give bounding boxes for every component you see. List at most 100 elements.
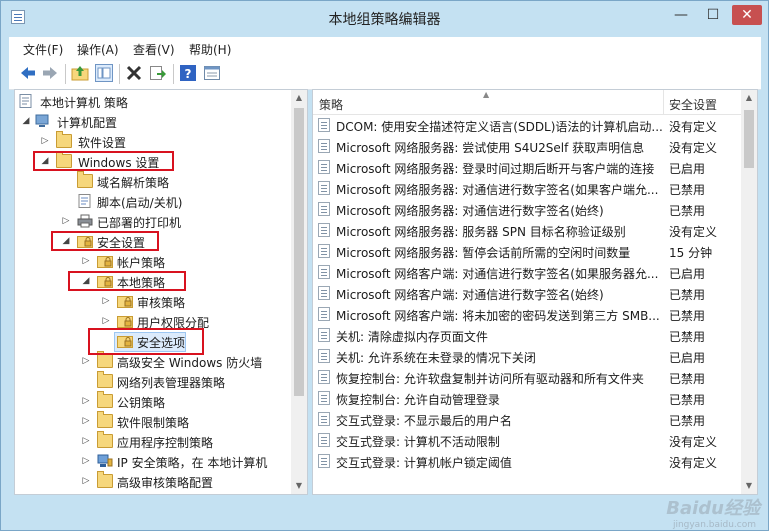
collapsed-arrow-icon[interactable]: ▷ <box>101 315 111 327</box>
minimize-button[interactable]: — <box>668 5 694 25</box>
policy-item-icon <box>318 349 330 363</box>
list-scrollbar[interactable]: ▲ ▼ <box>741 90 757 494</box>
policy-name: 交互式登录: 计算机帐户锁定阈值 <box>336 456 512 470</box>
column-header-policy[interactable]: 策略 <box>319 96 343 113</box>
security-setting-value: 已启用 <box>669 267 706 281</box>
collapsed-arrow-icon[interactable]: ▷ <box>40 135 50 147</box>
policy-name: 关机: 允许系统在未登录的情况下关闭 <box>336 351 536 365</box>
table-row[interactable]: Microsoft 网络服务器: 登录时间过期后断开与客户端的连接 已启用 <box>313 157 741 178</box>
scroll-up-icon[interactable]: ▲ <box>291 90 307 106</box>
table-row[interactable]: 关机: 允许系统在未登录的情况下关闭 已启用 <box>313 346 741 367</box>
delete-icon[interactable] <box>125 64 143 82</box>
collapsed-arrow-icon[interactable]: ▷ <box>81 255 91 267</box>
table-row[interactable]: Microsoft 网络服务器: 暂停会话前所需的空闲时间数量 15 分钟 <box>313 241 741 262</box>
title-bar[interactable]: 本地组策略编辑器 — ☐ ✕ <box>1 1 768 33</box>
collapsed-arrow-icon[interactable]: ▷ <box>81 475 91 487</box>
table-row[interactable]: 交互式登录: 不显示最后的用户名 已禁用 <box>313 409 741 430</box>
policy-item-icon <box>318 328 330 342</box>
security-setting-value: 已禁用 <box>669 393 706 407</box>
scroll-up-icon[interactable]: ▲ <box>741 90 757 106</box>
scroll-down-icon[interactable]: ▼ <box>291 478 307 494</box>
policy-list-pane[interactable]: 策略 ▲ 安全设置 DCOM: 使用安全描述符定义语言(SDDL)语法的计算机启… <box>312 89 758 495</box>
policy-name: DCOM: 使用安全描述符定义语言(SDDL)语法的计算机启动... <box>336 120 663 134</box>
table-row[interactable]: 恢复控制台: 允许软盘复制并访问所有驱动器和所有文件夹 已禁用 <box>313 367 741 388</box>
menu-action[interactable]: 操作(A) <box>77 41 119 58</box>
policy-item-icon <box>318 412 330 426</box>
collapsed-arrow-icon[interactable]: ▷ <box>81 435 91 447</box>
security-setting-value: 没有定义 <box>669 225 718 239</box>
table-row[interactable]: 恢复控制台: 允许自动管理登录 已禁用 <box>313 388 741 409</box>
column-header-setting[interactable]: 安全设置 <box>669 96 717 113</box>
security-setting-value: 已禁用 <box>669 309 706 323</box>
scroll-thumb[interactable] <box>744 110 754 168</box>
table-row[interactable]: Microsoft 网络客户端: 对通信进行数字签名(始终) 已禁用 <box>313 283 741 304</box>
menu-file[interactable]: 文件(F) <box>23 41 63 58</box>
policy-name: Microsoft 网络客户端: 将未加密的密码发送到第三方 SMB... <box>336 309 660 323</box>
tree-item-label: 域名解析策略 <box>97 176 170 190</box>
menu-help[interactable]: 帮助(H) <box>189 41 231 58</box>
table-row[interactable]: Microsoft 网络客户端: 对通信进行数字签名(如果服务器允... 已启用 <box>313 262 741 283</box>
policy-name: Microsoft 网络服务器: 服务器 SPN 目标名称验证级别 <box>336 225 626 239</box>
policy-item-icon <box>318 181 330 195</box>
menu-view[interactable]: 查看(V) <box>133 41 175 58</box>
expanded-arrow-icon[interactable]: ◢ <box>21 115 31 127</box>
toolbar-separator <box>119 64 120 84</box>
tree-item-label: 脚本(启动/关机) <box>97 196 183 210</box>
highlight-box-windows-settings <box>33 151 174 171</box>
computer-policy-icon <box>19 94 32 108</box>
policy-item-icon <box>318 265 330 279</box>
table-row[interactable]: Microsoft 网络服务器: 服务器 SPN 目标名称验证级别 没有定义 <box>313 220 741 241</box>
folder-icon <box>97 351 113 368</box>
table-row[interactable]: DCOM: 使用安全描述符定义语言(SDDL)语法的计算机启动... 没有定义 <box>313 115 741 136</box>
security-folder-icon <box>97 256 113 268</box>
highlight-box-security-options <box>88 328 204 355</box>
security-setting-value: 已启用 <box>669 351 706 365</box>
close-button[interactable]: ✕ <box>732 5 762 25</box>
policy-name: 恢复控制台: 允许软盘复制并访问所有驱动器和所有文件夹 <box>336 372 644 386</box>
window: 本地组策略编辑器 — ☐ ✕ 文件(F) 操作(A) 查看(V) 帮助(H) ?… <box>0 0 769 531</box>
properties-icon[interactable] <box>203 64 221 82</box>
security-setting-value: 已禁用 <box>669 372 706 386</box>
policy-name: Microsoft 网络服务器: 登录时间过期后断开与客户端的连接 <box>336 162 655 176</box>
show-hide-tree-icon[interactable] <box>95 64 113 82</box>
table-row[interactable]: 关机: 清除虚拟内存页面文件 已禁用 <box>313 325 741 346</box>
policy-name: Microsoft 网络服务器: 暂停会话前所需的空闲时间数量 <box>336 246 631 260</box>
policy-item-icon <box>318 454 330 468</box>
back-icon[interactable] <box>19 64 37 82</box>
collapsed-arrow-icon[interactable]: ▷ <box>81 355 91 367</box>
scroll-down-icon[interactable]: ▼ <box>741 478 757 494</box>
table-row[interactable]: Microsoft 网络服务器: 尝试使用 S4U2Self 获取声明信息 没有定… <box>313 136 741 157</box>
policy-item-icon <box>318 433 330 447</box>
folder-icon <box>97 411 113 428</box>
window-title: 本地组策略编辑器 <box>328 12 441 28</box>
tree-scrollbar[interactable]: ▲ ▼ <box>291 90 307 494</box>
table-row[interactable]: 交互式登录: 计算机帐户锁定阈值 没有定义 <box>313 451 741 472</box>
collapsed-arrow-icon[interactable]: ▷ <box>61 215 71 227</box>
policy-name: Microsoft 网络客户端: 对通信进行数字签名(如果服务器允... <box>336 267 659 281</box>
column-divider[interactable] <box>663 90 664 114</box>
security-setting-value: 已禁用 <box>669 204 706 218</box>
collapsed-arrow-icon[interactable]: ▷ <box>101 295 111 307</box>
collapsed-arrow-icon[interactable]: ▷ <box>81 415 91 427</box>
up-folder-icon[interactable] <box>71 64 89 82</box>
help-icon[interactable]: ? <box>179 64 197 82</box>
export-icon[interactable] <box>149 64 167 82</box>
table-row[interactable]: Microsoft 网络服务器: 对通信进行数字签名(如果客户端允... 已禁用 <box>313 178 741 199</box>
tree-item-label: 应用程序控制策略 <box>117 436 214 450</box>
tree-pane[interactable]: 本地计算机 策略 ◢ 计算机配置 ▷ 软件设置 ◢ Windows 设置 域名解… <box>14 89 308 495</box>
folder-icon <box>97 391 113 408</box>
scroll-thumb[interactable] <box>294 108 304 396</box>
collapsed-arrow-icon[interactable]: ▷ <box>81 395 91 407</box>
tree-item-label: 已部署的打印机 <box>97 216 182 230</box>
tree-item-label: 公钥策略 <box>117 396 166 410</box>
table-row[interactable]: Microsoft 网络客户端: 将未加密的密码发送到第三方 SMB... 已禁用 <box>313 304 741 325</box>
maximize-button[interactable]: ☐ <box>700 5 726 25</box>
security-setting-value: 已禁用 <box>669 330 706 344</box>
forward-icon[interactable] <box>41 64 59 82</box>
folder-icon <box>97 371 113 388</box>
toolbar-separator <box>65 64 66 84</box>
table-row[interactable]: 交互式登录: 计算机不活动限制 没有定义 <box>313 430 741 451</box>
collapsed-arrow-icon[interactable]: ▷ <box>81 455 91 467</box>
table-row[interactable]: Microsoft 网络服务器: 对通信进行数字签名(始终) 已禁用 <box>313 199 741 220</box>
policy-name: 恢复控制台: 允许自动管理登录 <box>336 393 500 407</box>
